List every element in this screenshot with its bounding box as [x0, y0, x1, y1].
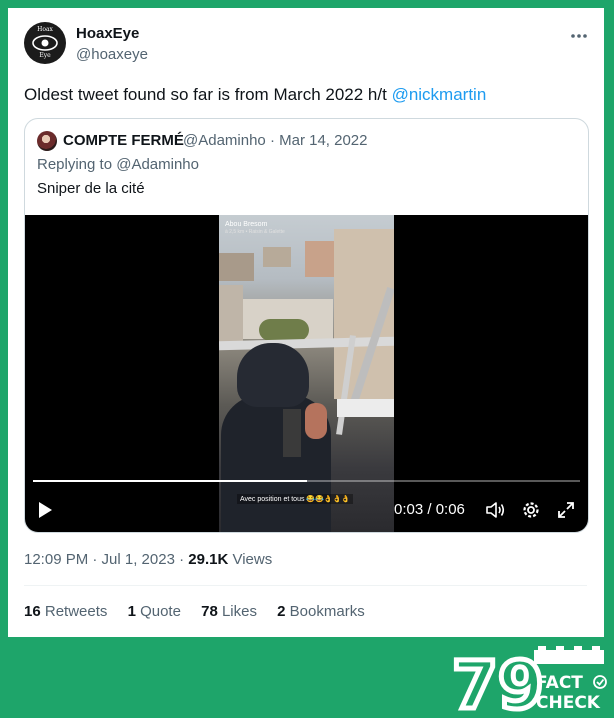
more-options-button[interactable] [570, 26, 588, 44]
tweet-text: Oldest tweet found so far is from March … [24, 85, 486, 105]
stat-count: 78 [201, 603, 218, 620]
video-progress-bar[interactable] [33, 480, 580, 482]
engagement-stats: 16 Retweets 1 Quote 78 Likes 2 Bookmarks [24, 603, 381, 620]
avatar-text-top: Hoax [37, 26, 53, 33]
video-player[interactable]: Abou Bresom à 2,5 km • Raisin & Galette … [25, 215, 588, 532]
views-label: Views [228, 551, 273, 568]
logo-number: 79 [452, 647, 544, 714]
quoted-text: Sniper de la cité [37, 180, 145, 197]
video-frame: Abou Bresom à 2,5 km • Raisin & Galette … [219, 215, 394, 532]
avatar-text-bottom: Eye [39, 52, 51, 59]
stat-count: 2 [277, 603, 286, 620]
more-horizontal-icon [571, 34, 587, 38]
gear-icon [523, 502, 539, 518]
quoted-meta[interactable]: @Adaminho · Mar 14, 2022 [183, 132, 368, 149]
avatar[interactable]: Hoax Eye [24, 22, 66, 64]
video-overlay-caption: Avec position et tous 😂😂👌👌👌 [237, 494, 353, 504]
stat-label: Retweets [40, 603, 108, 620]
divider [24, 585, 587, 586]
stat-count: 16 [24, 603, 41, 620]
stat-label: Bookmarks [285, 603, 365, 620]
display-name[interactable]: HoaxEye [76, 25, 139, 42]
logo-line2: CHECK [536, 693, 601, 713]
stat-retweets[interactable]: 16 Retweets [24, 603, 107, 620]
stat-quotes[interactable]: 1 Quote [128, 603, 181, 620]
user-handle[interactable]: @hoaxeye [76, 46, 148, 63]
check-circle-icon [593, 675, 607, 689]
tweet-body: Oldest tweet found so far is from March … [24, 85, 392, 104]
quoted-tweet[interactable]: COMPTE FERMÉ @Adaminho · Mar 14, 2022 Re… [24, 118, 589, 533]
tweet-card: Hoax Eye HoaxEye @hoaxeye Oldest tweet f… [8, 8, 604, 637]
volume-icon [486, 502, 505, 518]
video-overlay-subtitle: à 2,5 km • Raisin & Galette [225, 229, 285, 235]
stat-bookmarks[interactable]: 2 Bookmarks [277, 603, 365, 620]
stat-label: Quote [135, 603, 181, 620]
timestamp[interactable]: 12:09 PM · Jul 1, 2023 · 29.1K Views [24, 551, 272, 568]
volume-button[interactable] [485, 501, 505, 524]
stat-label: Likes [217, 603, 257, 620]
views-count: 29.1K [188, 551, 229, 568]
video-overlay-title: Abou Bresom [225, 221, 268, 228]
video-progress-fill [33, 480, 307, 482]
mention-link[interactable]: @nickmartin [392, 85, 487, 104]
timestamp-text: 12:09 PM · Jul 1, 2023 · [24, 551, 189, 568]
quoted-avatar[interactable] [37, 131, 57, 151]
settings-button[interactable] [522, 501, 540, 524]
fact-check-logo: 79 FACT CHECK [452, 646, 607, 714]
stat-likes[interactable]: 78 Likes [201, 603, 257, 620]
stat-count: 1 [127, 603, 136, 620]
replying-to[interactable]: Replying to @Adaminho [37, 156, 199, 173]
fullscreen-button[interactable] [557, 501, 575, 524]
expand-icon [558, 502, 574, 518]
video-time: 0:03 / 0:06 [394, 501, 465, 518]
logo-line1: FACT [536, 673, 583, 693]
quoted-display-name[interactable]: COMPTE FERMÉ [63, 132, 184, 149]
play-button[interactable] [39, 502, 52, 518]
